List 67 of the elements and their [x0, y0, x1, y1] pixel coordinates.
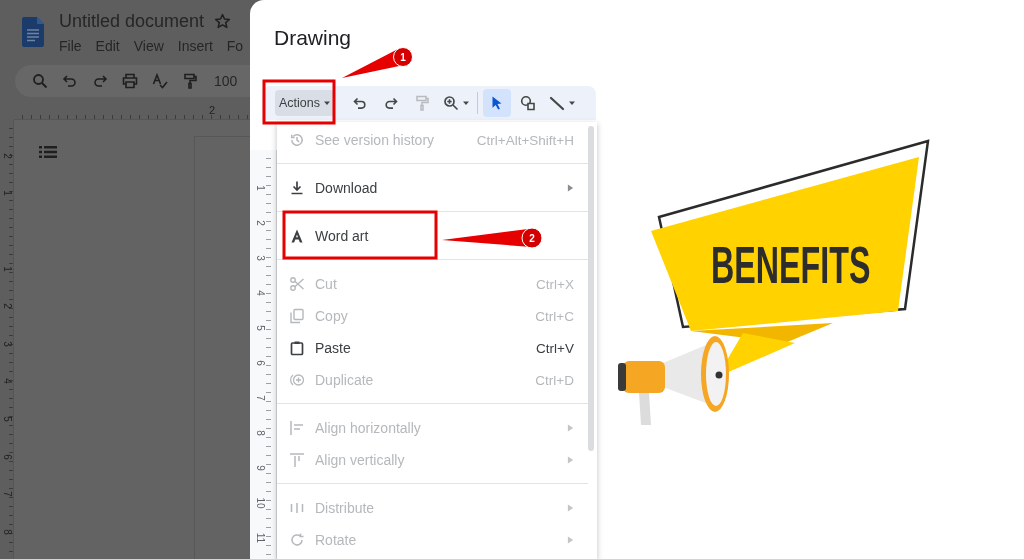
step-badge: 2 — [521, 227, 543, 249]
download-icon — [289, 180, 305, 196]
ruler-number: 1 — [1, 265, 12, 272]
caret-icon[interactable] — [462, 100, 470, 106]
cursor-button[interactable] — [483, 89, 511, 117]
search-icon[interactable] — [32, 73, 48, 89]
ruler-number: 5 — [1, 416, 12, 422]
ruler-number: 7 — [1, 491, 12, 497]
ruler-number: 9 — [255, 464, 265, 471]
step-badge: 1 — [393, 47, 413, 67]
ruler-number: 4 — [255, 289, 265, 296]
shortcut-text: Ctrl+C — [535, 308, 574, 324]
caret-icon[interactable] — [568, 100, 576, 106]
document-logo-icon[interactable] — [22, 17, 44, 47]
menu-item[interactable]: Insert — [177, 37, 213, 55]
ruler-number: 5 — [255, 324, 265, 331]
list-icon[interactable] — [39, 145, 57, 159]
align-top-icon — [289, 452, 305, 468]
ruler-number: 11 — [255, 532, 265, 543]
line-icon[interactable] — [549, 95, 565, 111]
undo-icon[interactable] — [352, 95, 368, 111]
menu-item[interactable]: Fo — [226, 37, 244, 55]
zoom-value[interactable]: 100 — [214, 73, 238, 89]
menu-item[interactable]: Download — [315, 180, 378, 196]
menu-item[interactable]: View — [133, 37, 164, 55]
distribute-icon — [289, 500, 305, 516]
ruler-number: 2 — [1, 153, 12, 159]
copy-icon — [289, 308, 305, 324]
ruler-number: 2 — [255, 219, 265, 226]
rotate-icon — [289, 532, 305, 548]
document-title[interactable]: Untitled document — [59, 10, 205, 32]
ruler-number: 8 — [255, 429, 265, 436]
ruler-number: 1 — [1, 190, 12, 197]
caret-icon[interactable] — [323, 100, 331, 106]
ruler-number: 3 — [255, 254, 265, 261]
align-left-icon — [289, 420, 305, 436]
redo-icon[interactable] — [383, 95, 399, 111]
ruler-number: 7 — [255, 394, 265, 401]
menu-item[interactable]: Paste — [315, 340, 351, 356]
ruler-number: 2 — [1, 303, 12, 309]
shortcut-text: Ctrl+Alt+Shift+H — [476, 132, 574, 148]
clipboard-icon — [289, 340, 305, 356]
scrollbar-thumb[interactable] — [588, 126, 594, 451]
menu-item[interactable]: Edit — [95, 37, 120, 55]
shortcut-text: Ctrl+X — [536, 276, 574, 292]
paint-roller-icon[interactable] — [182, 73, 198, 89]
history-icon — [289, 132, 305, 148]
shortcut-text: Ctrl+D — [535, 372, 574, 388]
actions-button[interactable]: Actions — [275, 90, 335, 116]
ruler-number: 1 — [255, 184, 265, 191]
ruler-number: 3 — [1, 341, 12, 347]
shapes-icon[interactable] — [520, 95, 536, 111]
duplicate-icon — [289, 372, 305, 388]
menu-item[interactable]: File — [59, 37, 82, 55]
ruler-number: 10 — [255, 496, 265, 509]
print-icon[interactable] — [122, 73, 138, 89]
ruler-number: 6 — [1, 453, 12, 460]
star-icon[interactable] — [214, 12, 232, 30]
letter-a-icon — [289, 228, 305, 244]
ruler-number: 6 — [255, 359, 265, 366]
spellcheck-icon[interactable] — [152, 73, 168, 89]
dialog-title: Drawing — [274, 26, 353, 50]
menu-item[interactable]: Word art — [315, 228, 369, 244]
scissors-icon — [289, 276, 305, 292]
zoom-icon[interactable] — [443, 95, 459, 111]
banner-title: BENEFITS — [711, 236, 871, 294]
shortcut-text: Ctrl+V — [536, 340, 574, 356]
